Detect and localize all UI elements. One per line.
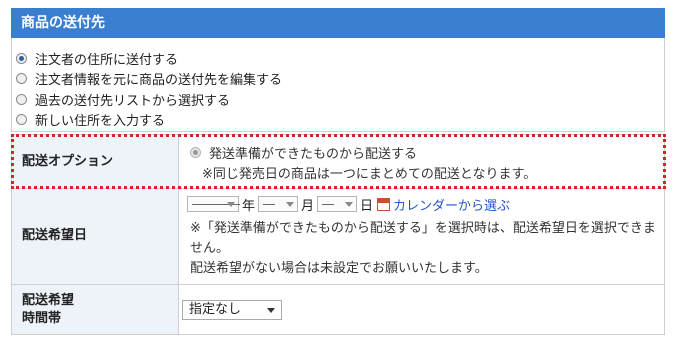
address-option-label: 新しい住所を入力する [35,113,166,129]
day-unit: 日 [360,198,374,214]
section-title: 商品の送付先 [21,15,105,31]
address-option-history[interactable]: 過去の送付先リストから選択する [16,89,230,109]
delivery-time-select[interactable]: 指定なし [182,300,282,320]
address-option-new[interactable]: 新しい住所を入力する [16,109,165,129]
delivery-date-note-line: 配送希望がない場合は未設定でお願いいたします。 [190,261,488,276]
delivery-date-label: 配送希望日 [12,189,179,284]
section-header: 商品の送付先 [11,8,665,38]
shipping-option-note: ※同じ発売日の商品は一つにまとめての配送となります。 [202,167,537,182]
calendar-icon[interactable] [377,197,391,211]
delivery-date-note: ※「発送準備ができたものから配送する」を選択時は、配送希望日を選択できま せん。… [190,219,656,279]
delivery-time-label-line: 時間帯 [22,311,62,326]
delivery-date-row: 配送希望日 ―――― 年 ― 月 ― 日 カレンダーから選ぶ ※「発送準備ができ… [11,189,665,285]
month-select[interactable]: ― [258,196,299,212]
shipping-option-row: 配送オプション 発送準備ができたものから配送する ※同じ発売日の商品は一つにまと… [11,134,665,189]
year-select[interactable]: ―――― [187,196,240,212]
chevron-down-icon [267,308,275,313]
radio-button-ship-when-ready[interactable] [190,147,201,158]
shipping-option-radio-label: 発送準備ができたものから配送する [209,147,418,162]
calendar-link[interactable]: カレンダーから選ぶ [393,195,510,214]
radio-button-own-address[interactable] [16,52,27,64]
date-selector-group: ―――― 年 ― 月 ― 日 カレンダーから選ぶ [187,195,510,214]
delivery-date-note-line: せん。 [190,241,230,256]
address-option-edit[interactable]: 注文者情報を元に商品の送付先を編集する [16,68,282,88]
day-select[interactable]: ― [317,196,358,212]
radio-button-history-address[interactable] [16,93,27,105]
delivery-time-selected: 指定なし [189,302,242,317]
shipping-option-radio-row[interactable]: 発送準備ができたものから配送する [190,143,417,162]
address-option-own[interactable]: 注文者の住所に送付する [16,48,178,68]
delivery-time-row: 配送希望 時間帯 [11,285,665,335]
shipping-option-label: 配送オプション [12,135,179,188]
month-unit: 月 [301,198,315,214]
year-unit: 年 [242,198,256,214]
delivery-time-label: 配送希望 時間帯 [12,285,179,334]
radio-button-new-address[interactable] [16,113,27,125]
delivery-date-note-line: ※「発送準備ができたものから配送する」を選択時は、配送希望日を選択できま [190,221,656,236]
delivery-time-label-line: 配送希望 [22,293,75,308]
address-option-label: 注文者情報を元に商品の送付先を編集する [35,72,283,88]
address-option-label: 注文者の住所に送付する [35,52,179,68]
address-option-label: 過去の送付先リストから選択する [35,93,231,109]
radio-button-edit-address[interactable] [16,72,27,84]
